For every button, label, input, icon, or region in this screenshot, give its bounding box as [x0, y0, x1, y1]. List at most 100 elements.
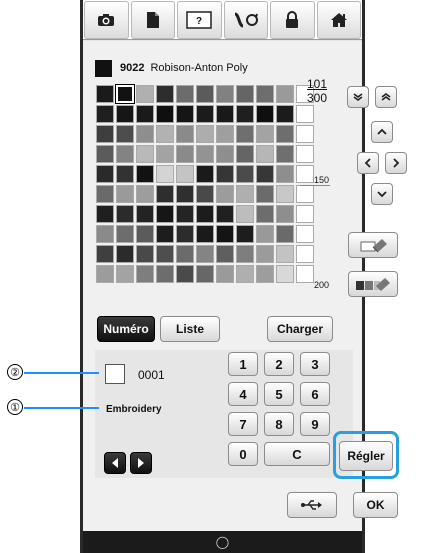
palette-swatch[interactable] — [256, 105, 274, 123]
key-0[interactable]: 0 — [228, 442, 258, 466]
palette-swatch[interactable] — [136, 185, 154, 203]
palette-swatch[interactable] — [256, 85, 274, 103]
palette-swatch[interactable] — [296, 125, 314, 143]
palette-swatch[interactable] — [236, 265, 254, 283]
palette-swatch[interactable] — [136, 265, 154, 283]
palette-swatch[interactable] — [116, 185, 134, 203]
palette-swatch[interactable] — [116, 245, 134, 263]
arrow-down-button[interactable] — [371, 183, 393, 205]
palette-swatch[interactable] — [96, 185, 114, 203]
palette-swatch[interactable] — [156, 265, 174, 283]
palette-swatch[interactable] — [196, 225, 214, 243]
palette-swatch[interactable] — [116, 225, 134, 243]
palette-swatch[interactable] — [196, 205, 214, 223]
palette-swatch[interactable] — [256, 185, 274, 203]
numero-toggle-button[interactable]: Numéro — [97, 316, 155, 342]
palette-swatch[interactable] — [96, 105, 114, 123]
palette-swatch[interactable] — [256, 205, 274, 223]
palette-swatch[interactable] — [276, 125, 294, 143]
palette-swatch[interactable] — [276, 145, 294, 163]
palette-swatch[interactable] — [116, 145, 134, 163]
brand-next-button[interactable] — [130, 452, 152, 474]
palette-swatch[interactable] — [236, 205, 254, 223]
palette-swatch[interactable] — [296, 265, 314, 283]
scroll-page-up-button[interactable] — [375, 86, 397, 108]
key-8[interactable]: 8 — [264, 412, 294, 436]
camera-icon[interactable] — [84, 1, 129, 39]
palette-swatch[interactable] — [116, 205, 134, 223]
palette-swatch[interactable] — [156, 145, 174, 163]
palette-swatch[interactable] — [136, 225, 154, 243]
palette-swatch[interactable] — [196, 265, 214, 283]
palette-swatch[interactable] — [176, 265, 194, 283]
lock-icon[interactable] — [270, 1, 315, 39]
palette-swatch[interactable] — [256, 165, 274, 183]
palette-swatch[interactable] — [176, 245, 194, 263]
palette-swatch[interactable] — [96, 145, 114, 163]
palette-swatch[interactable] — [216, 145, 234, 163]
palette-swatch[interactable] — [196, 145, 214, 163]
palette-swatch[interactable] — [256, 225, 274, 243]
key-7[interactable]: 7 — [228, 412, 258, 436]
palette-swatch[interactable] — [176, 205, 194, 223]
palette-swatch[interactable] — [116, 125, 134, 143]
palette-swatch[interactable] — [96, 165, 114, 183]
palette-swatch[interactable] — [216, 225, 234, 243]
palette-swatch[interactable] — [216, 105, 234, 123]
palette-swatch[interactable] — [156, 245, 174, 263]
palette-swatch[interactable] — [276, 205, 294, 223]
home-icon[interactable] — [316, 1, 361, 39]
palette-swatch[interactable] — [196, 105, 214, 123]
palette-swatch[interactable] — [216, 205, 234, 223]
palette-swatch[interactable] — [256, 245, 274, 263]
palette-swatch[interactable] — [115, 84, 135, 104]
key-clear[interactable]: C — [264, 442, 330, 466]
palette-swatch[interactable] — [296, 205, 314, 223]
palette-swatch[interactable] — [196, 85, 214, 103]
palette-swatch[interactable] — [136, 205, 154, 223]
erase-one-button[interactable] — [348, 232, 398, 258]
palette-swatch[interactable] — [136, 165, 154, 183]
palette-swatch[interactable] — [296, 225, 314, 243]
palette-swatch[interactable] — [296, 185, 314, 203]
palette-swatch[interactable] — [156, 165, 174, 183]
palette-swatch[interactable] — [276, 105, 294, 123]
palette-swatch[interactable] — [136, 85, 154, 103]
palette-swatch[interactable] — [176, 165, 194, 183]
key-3[interactable]: 3 — [300, 352, 330, 376]
palette-swatch[interactable] — [236, 85, 254, 103]
palette-swatch[interactable] — [276, 245, 294, 263]
liste-toggle-button[interactable]: Liste — [160, 316, 220, 342]
palette-swatch[interactable] — [176, 225, 194, 243]
palette-swatch[interactable] — [216, 265, 234, 283]
arrow-right-button[interactable] — [385, 152, 407, 174]
palette-swatch[interactable] — [156, 85, 174, 103]
palette-swatch[interactable] — [236, 125, 254, 143]
page-icon[interactable] — [130, 1, 175, 39]
palette-swatch[interactable] — [136, 105, 154, 123]
palette-swatch[interactable] — [176, 185, 194, 203]
palette-swatch[interactable] — [96, 125, 114, 143]
usb-button[interactable] — [287, 492, 337, 518]
palette-swatch[interactable] — [236, 145, 254, 163]
key-4[interactable]: 4 — [228, 382, 258, 406]
key-1[interactable]: 1 — [228, 352, 258, 376]
palette-swatch[interactable] — [156, 105, 174, 123]
palette-swatch[interactable] — [236, 185, 254, 203]
palette-swatch[interactable] — [216, 125, 234, 143]
palette-swatch[interactable] — [96, 225, 114, 243]
palette-swatch[interactable] — [156, 125, 174, 143]
scroll-page-down-button[interactable] — [347, 86, 369, 108]
palette-swatch[interactable] — [236, 225, 254, 243]
palette-swatch[interactable] — [236, 245, 254, 263]
palette-swatch[interactable] — [276, 185, 294, 203]
palette-swatch[interactable] — [96, 205, 114, 223]
arrow-left-button[interactable] — [357, 152, 379, 174]
key-2[interactable]: 2 — [264, 352, 294, 376]
key-9[interactable]: 9 — [300, 412, 330, 436]
charger-button[interactable]: Charger — [267, 316, 333, 342]
help-icon[interactable]: ? — [177, 1, 222, 39]
hoop-icon[interactable] — [223, 1, 268, 39]
palette-swatch[interactable] — [156, 185, 174, 203]
palette-swatch[interactable] — [256, 265, 274, 283]
